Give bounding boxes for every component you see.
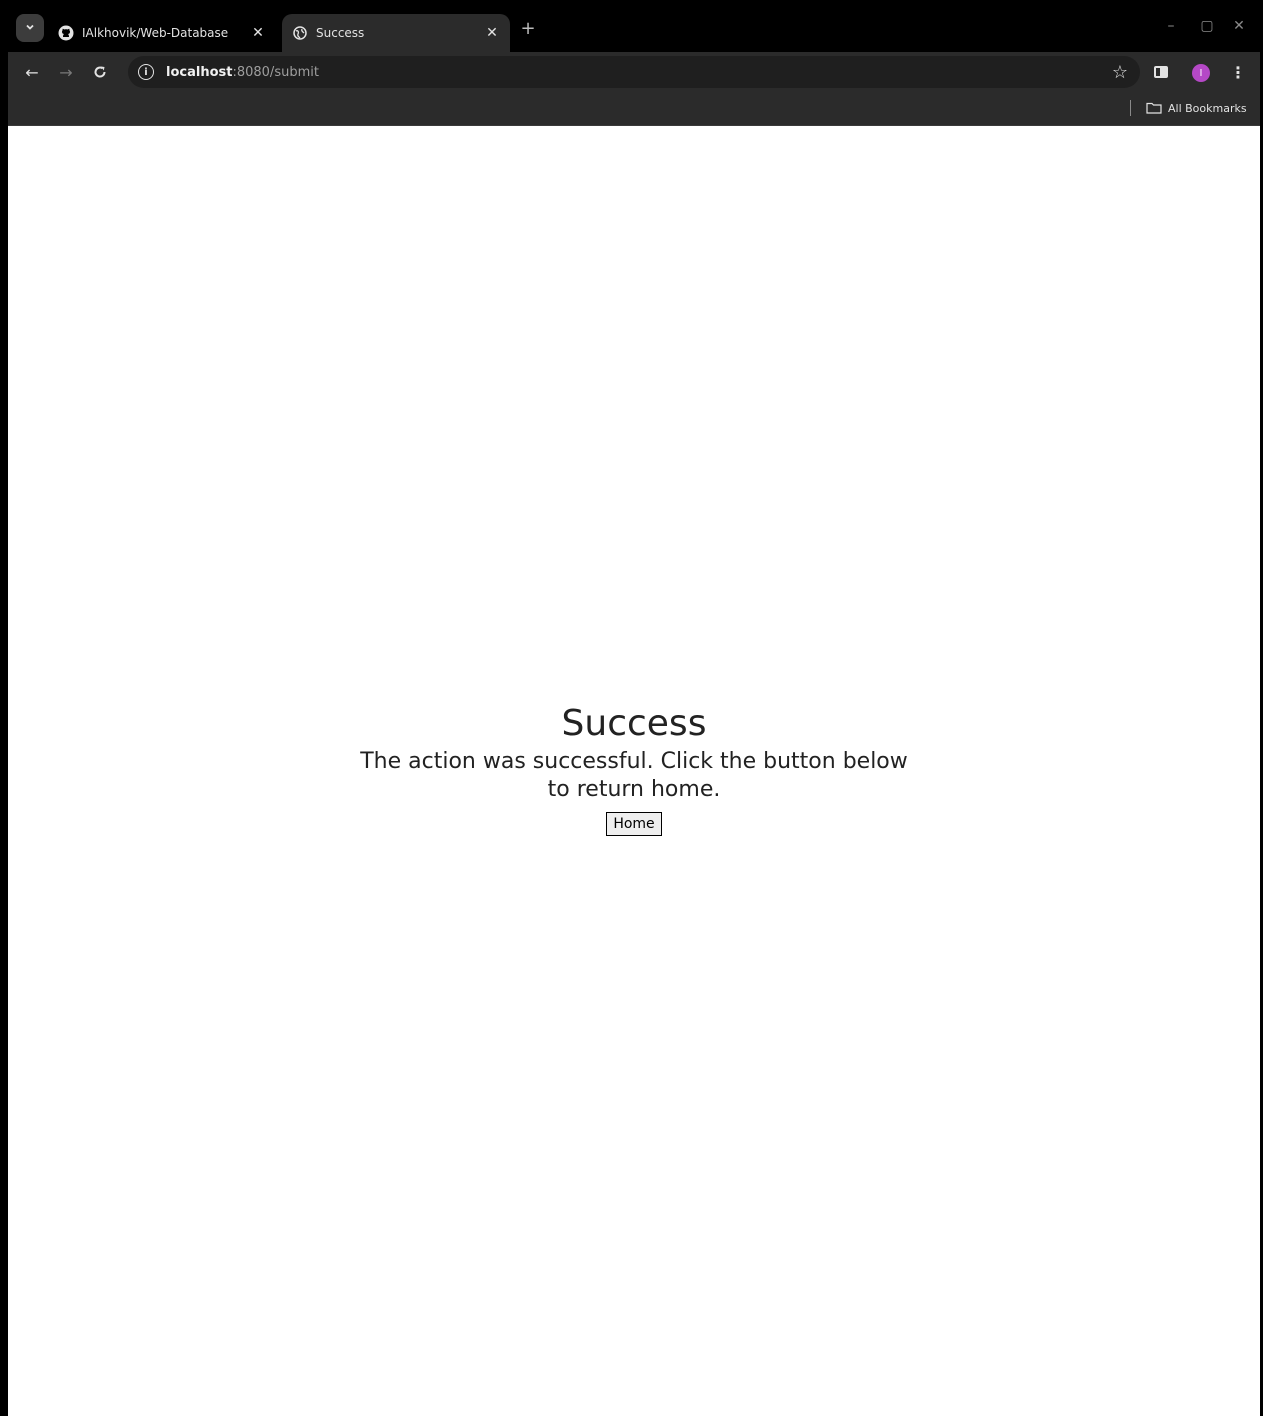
chevron-down-icon [25, 21, 35, 35]
maximize-icon[interactable]: ▢ [1192, 16, 1222, 36]
all-bookmarks-button[interactable]: All Bookmarks [1146, 98, 1247, 118]
folder-icon [1146, 102, 1162, 114]
tab-search-button[interactable] [16, 14, 44, 42]
github-icon [58, 25, 74, 41]
tab-strip: IAlkhovik/Web-Database ✕ Success ✕ + – ▢… [8, 6, 1260, 52]
side-panel-icon[interactable] [1154, 66, 1168, 78]
page-title: Success [561, 703, 707, 744]
close-tab-icon[interactable]: ✕ [484, 25, 500, 41]
home-button[interactable]: Home [606, 812, 662, 836]
site-info-icon[interactable]: i [138, 64, 154, 80]
bookmarks-separator [1130, 100, 1131, 116]
minimize-icon[interactable]: – [1156, 16, 1186, 36]
profile-avatar[interactable]: I [1192, 64, 1210, 82]
more-menu-icon[interactable]: ⋮ [1226, 58, 1250, 86]
address-bar[interactable]: i localhost:8080/submit [128, 56, 1140, 88]
tab-github[interactable]: IAlkhovik/Web-Database ✕ [48, 14, 276, 52]
toolbar: ← → i localhost:8080/submit ☆ I ⋮ [8, 52, 1260, 92]
close-window-icon[interactable]: ✕ [1224, 16, 1254, 36]
new-tab-button[interactable]: + [516, 16, 540, 40]
all-bookmarks-label: All Bookmarks [1168, 101, 1247, 115]
url-host: localhost [166, 64, 233, 80]
url-path: :8080/submit [232, 64, 319, 80]
globe-icon [292, 25, 308, 41]
tab-title: IAlkhovik/Web-Database [82, 26, 229, 40]
close-tab-icon[interactable]: ✕ [250, 25, 266, 41]
tab-success[interactable]: Success ✕ [282, 14, 510, 52]
success-container: Success The action was successful. Click… [8, 702, 1260, 836]
reload-icon[interactable] [86, 58, 114, 86]
bookmarks-bar: All Bookmarks [8, 92, 1260, 126]
bookmark-star-icon[interactable]: ☆ [1106, 58, 1134, 86]
browser-window: IAlkhovik/Web-Database ✕ Success ✕ + – ▢… [8, 6, 1260, 1416]
success-message: The action was successful. Click the but… [360, 749, 908, 802]
page-content: Success The action was successful. Click… [8, 126, 1260, 1416]
tab-title: Success [316, 26, 365, 40]
back-arrow-icon[interactable]: ← [18, 58, 46, 86]
forward-arrow-icon[interactable]: → [52, 58, 80, 86]
